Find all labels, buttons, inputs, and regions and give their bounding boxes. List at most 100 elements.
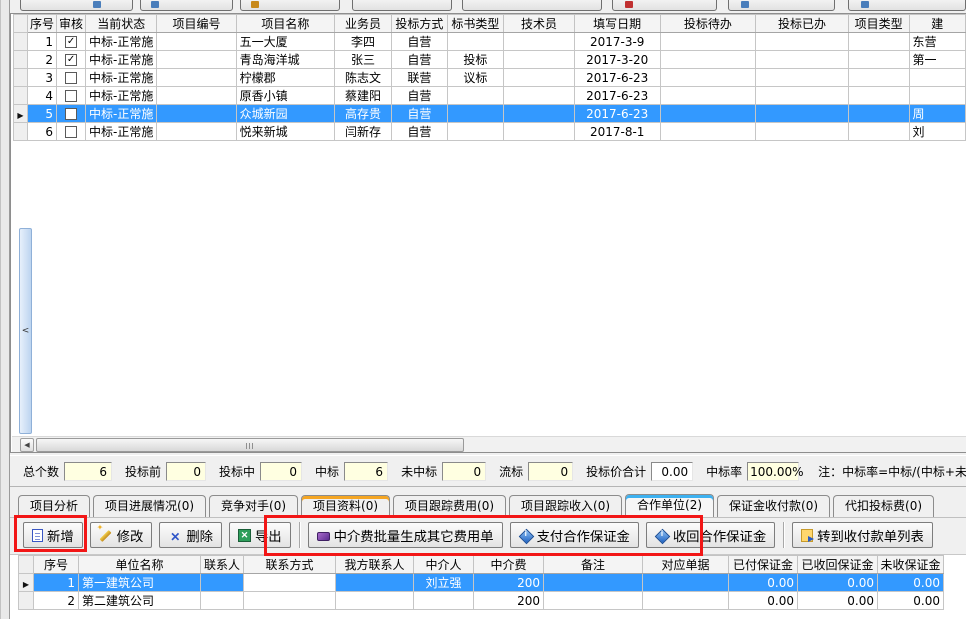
grid-cell[interactable]: 2017-6-23 [574,69,660,87]
grid-cell[interactable]: 0.00 [729,574,798,592]
column-header[interactable]: 序号 [28,15,57,33]
audit-checkbox[interactable]: ✓ [65,54,77,66]
column-header[interactable]: 填写日期 [574,15,660,33]
grid-cell[interactable] [504,33,575,51]
column-header[interactable]: 序号 [34,556,79,574]
grid-cell[interactable]: 中标-正常施 [86,105,157,123]
grid-cell[interactable] [848,51,909,69]
导出-button[interactable]: 导出 [229,522,291,548]
grid-cell[interactable] [660,105,756,123]
grid-cell[interactable] [756,69,848,87]
修改-button[interactable]: 修改 [90,522,153,548]
column-header[interactable]: 已收回保证金 [798,556,878,574]
collapsed-left-panel[interactable] [0,0,10,619]
column-header[interactable]: 投标已办 [756,15,848,33]
column-header[interactable]: 项目编号 [157,15,236,33]
grid-cell[interactable] [157,105,236,123]
audit-checkbox[interactable] [65,126,77,138]
grid-cell[interactable]: 议标 [447,69,503,87]
grid-cell[interactable] [660,69,756,87]
grid-cell[interactable] [643,574,729,592]
grid-cell[interactable] [848,33,909,51]
grid-cell[interactable] [157,123,236,141]
grid-cell[interactable]: 投标 [447,51,503,69]
toolbar-button-fragment[interactable] [612,0,717,11]
tab-项目资料[interactable]: 项目资料(0) [301,495,390,517]
grid-cell[interactable] [660,33,756,51]
tab-代扣投标费[interactable]: 代扣投标费(0) [833,495,934,517]
column-header[interactable]: 业务员 [335,15,392,33]
grid-cell[interactable]: 0.00 [878,574,944,592]
grid-cell[interactable] [756,51,848,69]
partner-row[interactable]: 2第二建筑公司2000.000.000.00 [19,592,944,610]
project-row[interactable]: 3中标-正常施柠檬郡陈志文联营议标2017-6-23 [14,69,966,87]
grid-cell[interactable] [756,33,848,51]
projects-table[interactable]: 序号审核当前状态项目编号项目名称业务员投标方式标书类型技术员填写日期投标待办投标… [13,14,966,141]
tab-active-合作单位[interactable]: 合作单位(2) [625,494,714,517]
grid-cell[interactable]: 自营 [392,105,448,123]
grid-cell[interactable]: 自营 [392,87,448,105]
grid-cell[interactable] [756,105,848,123]
grid-cell[interactable]: 东营 [909,33,965,51]
grid-cell[interactable]: 五一大厦 [236,33,334,51]
grid-cell[interactable] [336,574,414,592]
audit-checkbox[interactable]: ✓ [65,36,77,48]
column-header[interactable]: 投标方式 [392,15,448,33]
toolbar-button-fragment[interactable] [462,0,602,11]
grid-cell[interactable]: 2017-6-23 [574,87,660,105]
scroll-thumb[interactable] [36,438,464,452]
grid-cell[interactable]: 刘立强 [414,574,474,592]
grid-cell[interactable]: 第一 [909,51,965,69]
tab-项目跟踪收入[interactable]: 项目跟踪收入(0) [509,495,622,517]
删除-button[interactable]: 删除 [159,522,222,548]
grid-cell[interactable]: 2017-3-20 [574,51,660,69]
grid-cell[interactable] [244,592,336,610]
grid-cell[interactable]: 第一建筑公司 [79,574,201,592]
grid-cell[interactable]: 200 [474,574,544,592]
转到收付款单列表-button[interactable]: 转到收付款单列表 [792,522,933,548]
grid-cell[interactable]: 第二建筑公司 [79,592,201,610]
grid-cell[interactable]: 刘 [909,123,965,141]
audit-checkbox[interactable] [65,90,77,102]
tab-项目分析[interactable]: 项目分析 [18,495,90,517]
grid-cell[interactable]: 青岛海洋城 [236,51,334,69]
tab-项目跟踪费用[interactable]: 项目跟踪费用(0) [393,495,506,517]
收回合作保证金-button[interactable]: 收回合作保证金 [646,522,775,548]
grid-cell[interactable]: 2017-8-1 [574,123,660,141]
grid-cell[interactable] [848,69,909,87]
column-header[interactable]: 联系方式 [244,556,336,574]
audit-checkbox[interactable] [65,108,77,120]
grid-cell[interactable]: 0.00 [878,592,944,610]
tab-竞争对手[interactable]: 竞争对手(0) [209,495,298,517]
tab-项目进展情况[interactable]: 项目进展情况(0) [93,495,206,517]
grid-cell[interactable]: 中标-正常施 [86,51,157,69]
column-header[interactable]: 对应单据 [643,556,729,574]
grid-cell[interactable] [504,87,575,105]
column-header[interactable]: 项目类型 [848,15,909,33]
grid-cell[interactable] [848,87,909,105]
grid-cell[interactable]: 悦来新城 [236,123,334,141]
panel-collapse-handle[interactable]: < [19,228,32,434]
grid-cell[interactable] [244,574,336,592]
grid-cell[interactable]: 中标-正常施 [86,69,157,87]
grid-cell[interactable] [504,51,575,69]
grid-cell[interactable]: 众城新园 [236,105,334,123]
grid-cell[interactable]: 中标-正常施 [86,33,157,51]
grid-cell[interactable] [414,592,474,610]
grid-cell[interactable]: 闫新存 [335,123,392,141]
中介费批量生成其它费用单-button[interactable]: 中介费批量生成其它费用单 [308,522,503,548]
grid-cell[interactable] [157,87,236,105]
column-header[interactable]: 未收保证金 [878,556,944,574]
column-header[interactable]: 技术员 [504,15,575,33]
grid-cell[interactable]: 0.00 [729,592,798,610]
grid-cell[interactable]: 蔡建阳 [335,87,392,105]
grid-horizontal-scrollbar[interactable]: ◀ [12,436,966,452]
grid-cell[interactable]: 2017-6-23 [574,105,660,123]
project-row[interactable]: 1✓中标-正常施五一大厦李四自营2017-3-9东营 [14,33,966,51]
grid-cell[interactable] [336,592,414,610]
grid-cell[interactable] [660,87,756,105]
grid-cell[interactable]: 陈志文 [335,69,392,87]
grid-cell[interactable] [643,592,729,610]
grid-cell[interactable] [447,87,503,105]
partners-table[interactable]: 序号单位名称联系人联系方式我方联系人中介人中介费备注对应单据已付保证金已收回保证… [18,555,944,610]
